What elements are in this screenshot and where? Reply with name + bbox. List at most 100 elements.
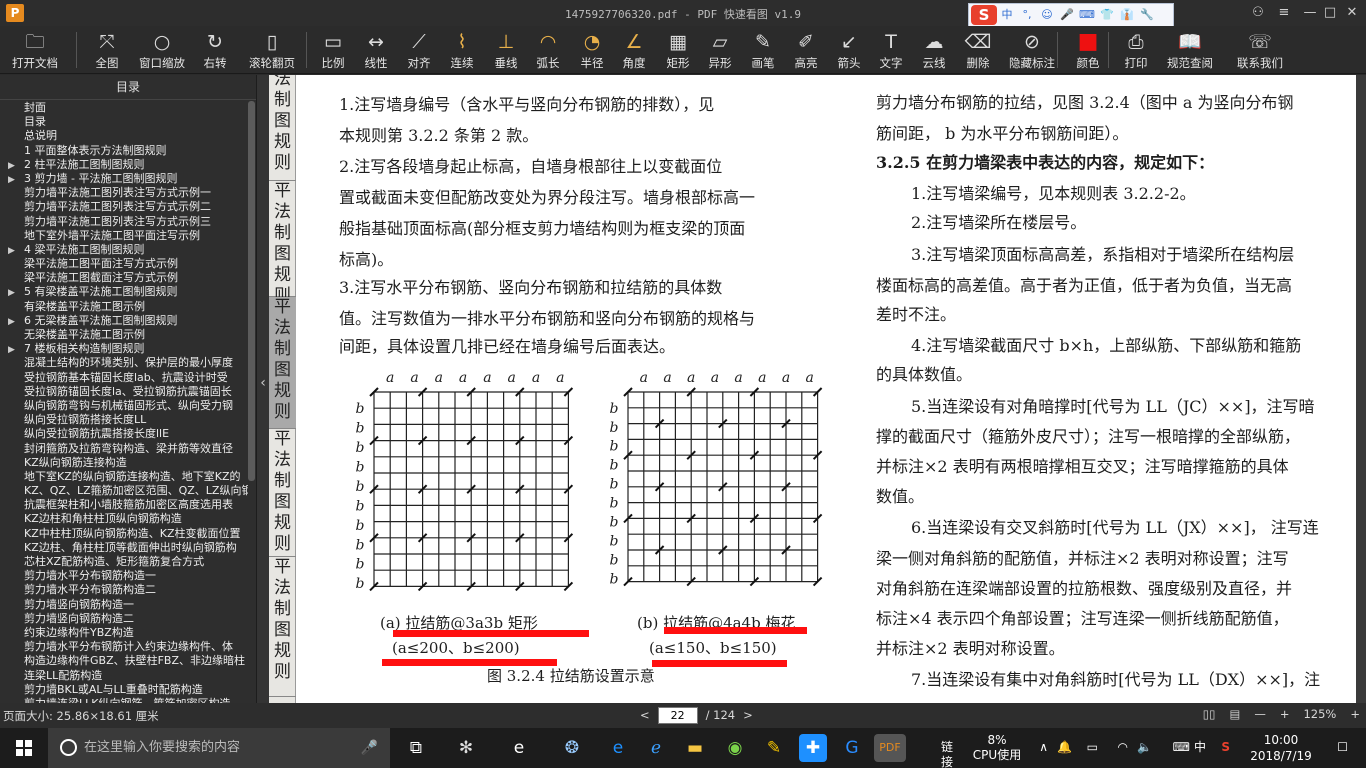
- ime-chinese-toggle[interactable]: 中: [997, 5, 1017, 25]
- maximize-button[interactable]: □: [1318, 3, 1342, 23]
- toc-item[interactable]: 剪力墙平法施工图列表注写方式示例二: [0, 200, 248, 214]
- toc-item[interactable]: 封面: [0, 101, 248, 115]
- ime-emoji-icon[interactable]: ☺: [1037, 5, 1057, 25]
- toc-item[interactable]: 总说明: [0, 129, 248, 143]
- zoom-plus-button[interactable]: +: [1280, 707, 1290, 721]
- tool-printer-button[interactable]: ⎙ 打印: [1119, 28, 1153, 72]
- tool-linear-measure-button[interactable]: ↔ 线性: [358, 28, 394, 72]
- expand-arrow-icon[interactable]: ▶: [8, 159, 20, 172]
- toc-item[interactable]: 剪力墙BKL或AL与LL重叠时配筋构造: [0, 683, 248, 697]
- tool-folder-button[interactable]: 🗀 打开文档: [4, 28, 66, 72]
- tool-ruler-button[interactable]: ▭ 比例: [316, 28, 350, 72]
- sidebar-collapse-handle[interactable]: ‹: [257, 75, 269, 703]
- toc-item[interactable]: KZ边柱、角柱柱顶等截面伸出时纵向钢筋构: [0, 541, 248, 555]
- toc-item[interactable]: KZ、QZ、LZ箍筋加密区范围、QZ、LZ纵向钢: [0, 484, 248, 498]
- expand-arrow-icon[interactable]: ▶: [8, 244, 20, 257]
- document-viewer[interactable]: 法制图规则 平法制图规则 平法制图规则 平法制图规则 平法制图规则 1.注写墙身…: [269, 75, 1366, 703]
- tool-rotate-right-button[interactable]: ↻ 右转: [197, 28, 233, 72]
- toc-item[interactable]: 梁平法施工图平面注写方式示例: [0, 257, 248, 271]
- expand-arrow-icon[interactable]: ▶: [8, 315, 20, 328]
- tool-fullview-button[interactable]: ⤧ 全图: [86, 28, 128, 72]
- sogou-logo-icon[interactable]: S: [971, 5, 997, 25]
- task-view-icon[interactable]: ⧉: [402, 734, 430, 762]
- toc-item[interactable]: 连梁LL配筋构造: [0, 669, 248, 683]
- wifi-icon[interactable]: ◠: [1118, 740, 1128, 755]
- ime-voice-icon[interactable]: 🎤: [1057, 5, 1077, 25]
- chevron-left-icon[interactable]: ‹: [257, 375, 269, 395]
- pdf-viewer-taskbar-icon[interactable]: PDF: [874, 734, 906, 762]
- tool-pen-button[interactable]: ✎ 画笔: [746, 28, 780, 72]
- toc-item[interactable]: 剪力墙水平分布钢筋构造一: [0, 569, 248, 583]
- notification-bell-icon[interactable]: 🔔: [1057, 740, 1072, 755]
- toc-item[interactable]: 剪力墙水平分布钢筋计入约束边缘构件、体: [0, 640, 248, 654]
- ime-user-icon[interactable]: 👔: [1117, 5, 1137, 25]
- toc-item[interactable]: 受拉钢筋锚固长度la、受拉钢筋抗震锚固长: [0, 385, 248, 399]
- toc-item[interactable]: 地下室KZ的纵向钢筋连接构造、地下室KZ的: [0, 470, 248, 484]
- tool-aligned-measure-button[interactable]: ⟋ 对齐: [402, 28, 436, 72]
- red-underline-annotation[interactable]: [393, 630, 589, 637]
- tool-rectangle-button[interactable]: ▦ 矩形: [661, 28, 695, 72]
- ime-punctuation-icon[interactable]: °,: [1017, 5, 1037, 25]
- expand-arrow-icon[interactable]: ▶: [8, 343, 20, 356]
- file-explorer-icon[interactable]: ▬: [681, 734, 709, 762]
- toc-item[interactable]: 地下室外墙平法施工图平面注写示例: [0, 229, 248, 243]
- chat-app-icon[interactable]: ❂: [558, 734, 586, 762]
- toc-item[interactable]: 剪力墙竖向钢筋构造一: [0, 598, 248, 612]
- page-number-input[interactable]: 22: [657, 706, 698, 724]
- toc-item[interactable]: 纵向受拉钢筋抗震搭接长度llE: [0, 427, 248, 441]
- battery-icon[interactable]: ▭: [1087, 740, 1098, 755]
- tray-chevron-up-icon[interactable]: ∧: [1039, 740, 1048, 755]
- toc-item[interactable]: ▶ 5 有梁楼盖平法施工图制图规则: [0, 285, 248, 299]
- clock-time[interactable]: 10:00: [1241, 733, 1321, 748]
- ie11-icon[interactable]: ℯ: [642, 734, 670, 762]
- menu-button[interactable]: ≡: [1272, 3, 1296, 23]
- toc-scrollbar[interactable]: [248, 101, 255, 481]
- toc-item[interactable]: 1 平面整体表示方法制图规则: [0, 144, 248, 158]
- toc-item[interactable]: 剪力墙平法施工图列表注写方式示例三: [0, 215, 248, 229]
- toc-item[interactable]: KZ边柱和角柱柱顶纵向钢筋构造: [0, 512, 248, 526]
- toc-item[interactable]: 约束边缘构件YBZ构造: [0, 626, 248, 640]
- ime-keyboard-icon[interactable]: ⌨: [1077, 5, 1097, 25]
- prev-page-button[interactable]: <: [640, 708, 650, 722]
- toc-item[interactable]: KZ纵向钢筋连接构造: [0, 456, 248, 470]
- tool-angle-button[interactable]: ∠ 角度: [617, 28, 651, 72]
- close-button[interactable]: ✕: [1340, 3, 1364, 23]
- toc-item[interactable]: 封闭箍筋及拉筋弯钩构造、梁并筋等效直径: [0, 442, 248, 456]
- edge-browser-icon[interactable]: e: [604, 734, 632, 762]
- tool-mouse-button[interactable]: ▯ 滚轮翻页: [244, 28, 300, 72]
- touch-keyboard-icon[interactable]: ⌨: [1173, 740, 1190, 755]
- expand-arrow-icon[interactable]: ▶: [8, 173, 20, 186]
- toc-item[interactable]: 剪力墙水平分布钢筋构造二: [0, 583, 248, 597]
- continuous-view-icon[interactable]: ▤: [1229, 707, 1240, 721]
- tool-polygon-button[interactable]: ▱ 异形: [703, 28, 737, 72]
- tool-book-button[interactable]: 📖 规范查阅: [1164, 28, 1216, 72]
- windows-start-button[interactable]: [0, 728, 48, 768]
- user-icon[interactable]: ⚇: [1246, 3, 1270, 23]
- red-underline-annotation[interactable]: [652, 660, 787, 667]
- tool-highlighter-button[interactable]: ✐ 高亮: [789, 28, 823, 72]
- tool-magnifier-button[interactable]: ○ 窗口缩放: [134, 28, 190, 72]
- toc-item[interactable]: ▶ 4 梁平法施工图制图规则: [0, 243, 248, 257]
- pinwheel-app-icon[interactable]: ✻: [452, 734, 480, 762]
- toc-item[interactable]: 芯柱XZ配筋构造、矩形箍筋复合方式: [0, 555, 248, 569]
- toc-item[interactable]: ▶ 2 柱平法施工图制图规则: [0, 158, 248, 172]
- tool-text-button[interactable]: T 文字: [874, 28, 908, 72]
- g-app-icon[interactable]: G: [838, 734, 866, 762]
- tool-contact-button[interactable]: ☏ 联系我们: [1232, 28, 1288, 72]
- red-underline-annotation[interactable]: [382, 659, 557, 666]
- toc-item[interactable]: KZ中柱柱顶纵向钢筋构造、KZ柱变截面位置: [0, 527, 248, 541]
- zoom-out-button[interactable]: —: [1254, 707, 1266, 721]
- toc-item[interactable]: 有梁楼盖平法施工图示例: [0, 300, 248, 314]
- ime-language-indicator[interactable]: 中: [1194, 740, 1206, 755]
- tool-cloud-line-button[interactable]: ☁ 云线: [917, 28, 951, 72]
- toc-item[interactable]: 抗震框架柱和小墙肢箍筋加密区高度选用表: [0, 498, 248, 512]
- toc-item[interactable]: 无梁楼盖平法施工图示例: [0, 328, 248, 342]
- toc-item[interactable]: 受拉钢筋基本锚固长度lab、抗震设计时受: [0, 371, 248, 385]
- toc-item[interactable]: 目录: [0, 115, 248, 129]
- tool-color-swatch-button[interactable]: ■ 颜色: [1071, 28, 1105, 72]
- ie-browser-icon[interactable]: e: [505, 734, 533, 762]
- tool-radius-button[interactable]: ◔ 半径: [575, 28, 609, 72]
- zoom-in-button[interactable]: +: [1350, 707, 1360, 721]
- notes-app-icon[interactable]: ✎: [760, 734, 788, 762]
- plus-app-icon[interactable]: ✚: [799, 734, 827, 762]
